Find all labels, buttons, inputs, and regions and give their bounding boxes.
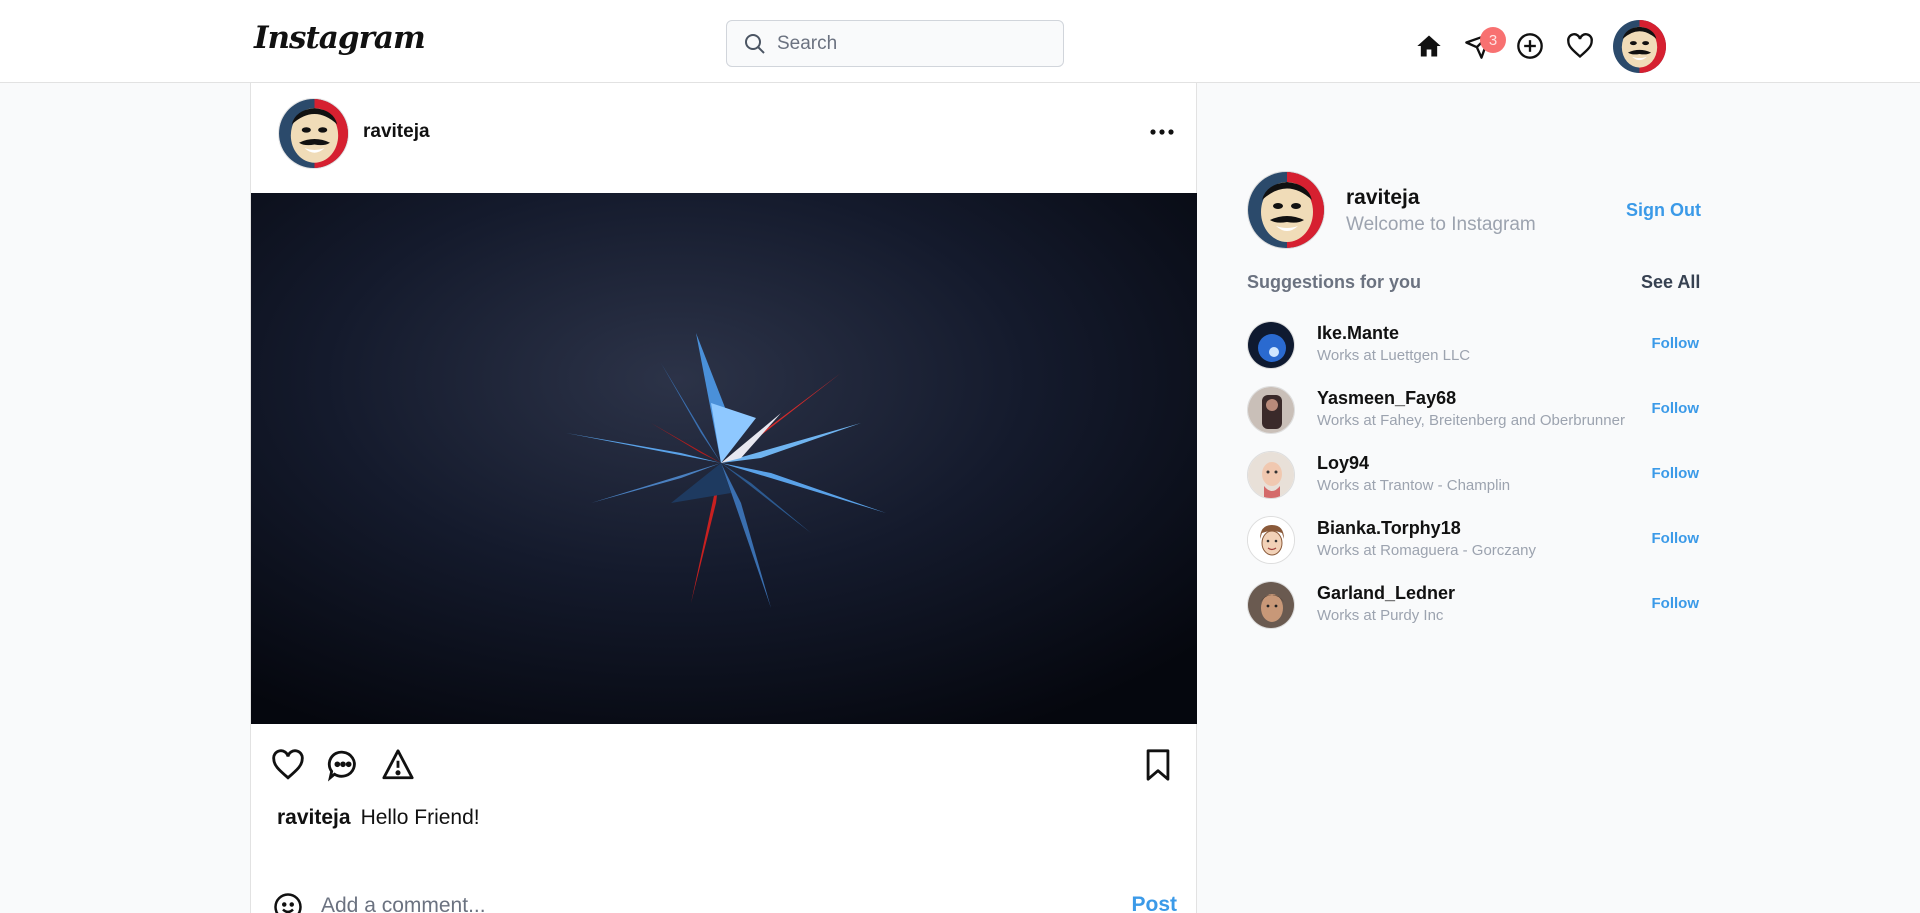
suggestion-name[interactable]: Garland_Ledner (1317, 583, 1455, 604)
search-box[interactable] (726, 20, 1064, 67)
search-input[interactable] (777, 29, 1047, 59)
suggestion-item: Yasmeen_Fay68 Works at Fahey, Breitenber… (1247, 386, 1699, 438)
suggestion-avatar[interactable] (1247, 581, 1295, 629)
bookmark-icon[interactable] (1141, 748, 1175, 782)
suggestions-title: Suggestions for you (1247, 272, 1422, 292)
profile-subtitle: Welcome to Instagram (1346, 214, 1536, 235)
suggestion-item: Loy94 Works at Trantow - Champlin Follow (1247, 451, 1699, 503)
follow-button[interactable]: Follow (1652, 335, 1700, 352)
messages-badge: 3 (1480, 27, 1506, 53)
heart-icon[interactable] (1564, 30, 1596, 62)
report-warning-icon[interactable] (381, 748, 415, 782)
suggestion-name[interactable]: Loy94 (1317, 453, 1369, 474)
suggestion-name[interactable]: Yasmeen_Fay68 (1317, 388, 1456, 409)
suggestion-workplace: Works at Romaguera - Gorczany (1317, 542, 1536, 559)
plus-circle-icon[interactable] (1514, 30, 1546, 62)
suggestion-item: Garland_Ledner Works at Purdy Inc Follow (1247, 581, 1699, 633)
comment-bar: Post (273, 889, 1177, 913)
follow-button[interactable]: Follow (1652, 595, 1700, 612)
see-all-link[interactable]: See All (1641, 272, 1700, 293)
suggestion-workplace: Works at Fahey, Breitenberg and Oberbrun… (1317, 412, 1625, 429)
suggestion-avatar[interactable] (1247, 321, 1295, 369)
suggestion-name[interactable]: Bianka.Torphy18 (1317, 518, 1461, 539)
comment-input[interactable] (321, 891, 1101, 913)
caption-username[interactable]: raviteja (277, 806, 351, 829)
suggestion-workplace: Works at Luettgen LLC (1317, 347, 1471, 364)
more-options-icon[interactable] (1146, 121, 1178, 143)
nav-profile-avatar[interactable] (1613, 20, 1666, 73)
sign-out-button[interactable]: Sign Out (1626, 200, 1701, 221)
post-caption: raviteja Hello Friend! (277, 806, 480, 830)
suggestion-workplace: Works at Trantow - Champlin (1317, 477, 1511, 494)
instagram-logo[interactable]: Instagram (254, 20, 426, 56)
post-comment-button[interactable]: Post (1131, 893, 1177, 913)
post-card: raviteja raviteja Hello Friend! Add a co… (250, 82, 1197, 913)
profile-username[interactable]: raviteja (1346, 186, 1420, 210)
follow-button[interactable]: Follow (1652, 465, 1700, 482)
suggestion-avatar[interactable] (1247, 386, 1295, 434)
suggestion-item: Bianka.Torphy18 Works at Romaguera - Gor… (1247, 516, 1699, 568)
post-author-username[interactable]: raviteja (363, 121, 430, 143)
follow-button[interactable]: Follow (1652, 400, 1700, 417)
suggestion-workplace: Works at Purdy Inc (1317, 607, 1444, 624)
comment-bubble-icon[interactable] (326, 748, 360, 782)
like-heart-icon[interactable] (271, 748, 305, 782)
home-icon[interactable] (1413, 30, 1445, 62)
search-icon (745, 34, 765, 54)
follow-button[interactable]: Follow (1652, 530, 1700, 547)
caption-text: Hello Friend! (360, 806, 480, 829)
emoji-smile-icon[interactable] (273, 892, 303, 913)
suggestion-avatar[interactable] (1247, 516, 1295, 564)
post-image[interactable] (251, 193, 1197, 724)
profile-avatar[interactable] (1247, 171, 1325, 249)
post-author-avatar[interactable] (278, 98, 349, 169)
top-nav-bar: Instagram 3 (0, 0, 1920, 83)
suggestion-item: Ike.Mante Works at Luettgen LLC Follow (1247, 321, 1699, 373)
suggestion-name[interactable]: Ike.Mante (1317, 323, 1399, 344)
suggestion-avatar[interactable] (1247, 451, 1295, 499)
